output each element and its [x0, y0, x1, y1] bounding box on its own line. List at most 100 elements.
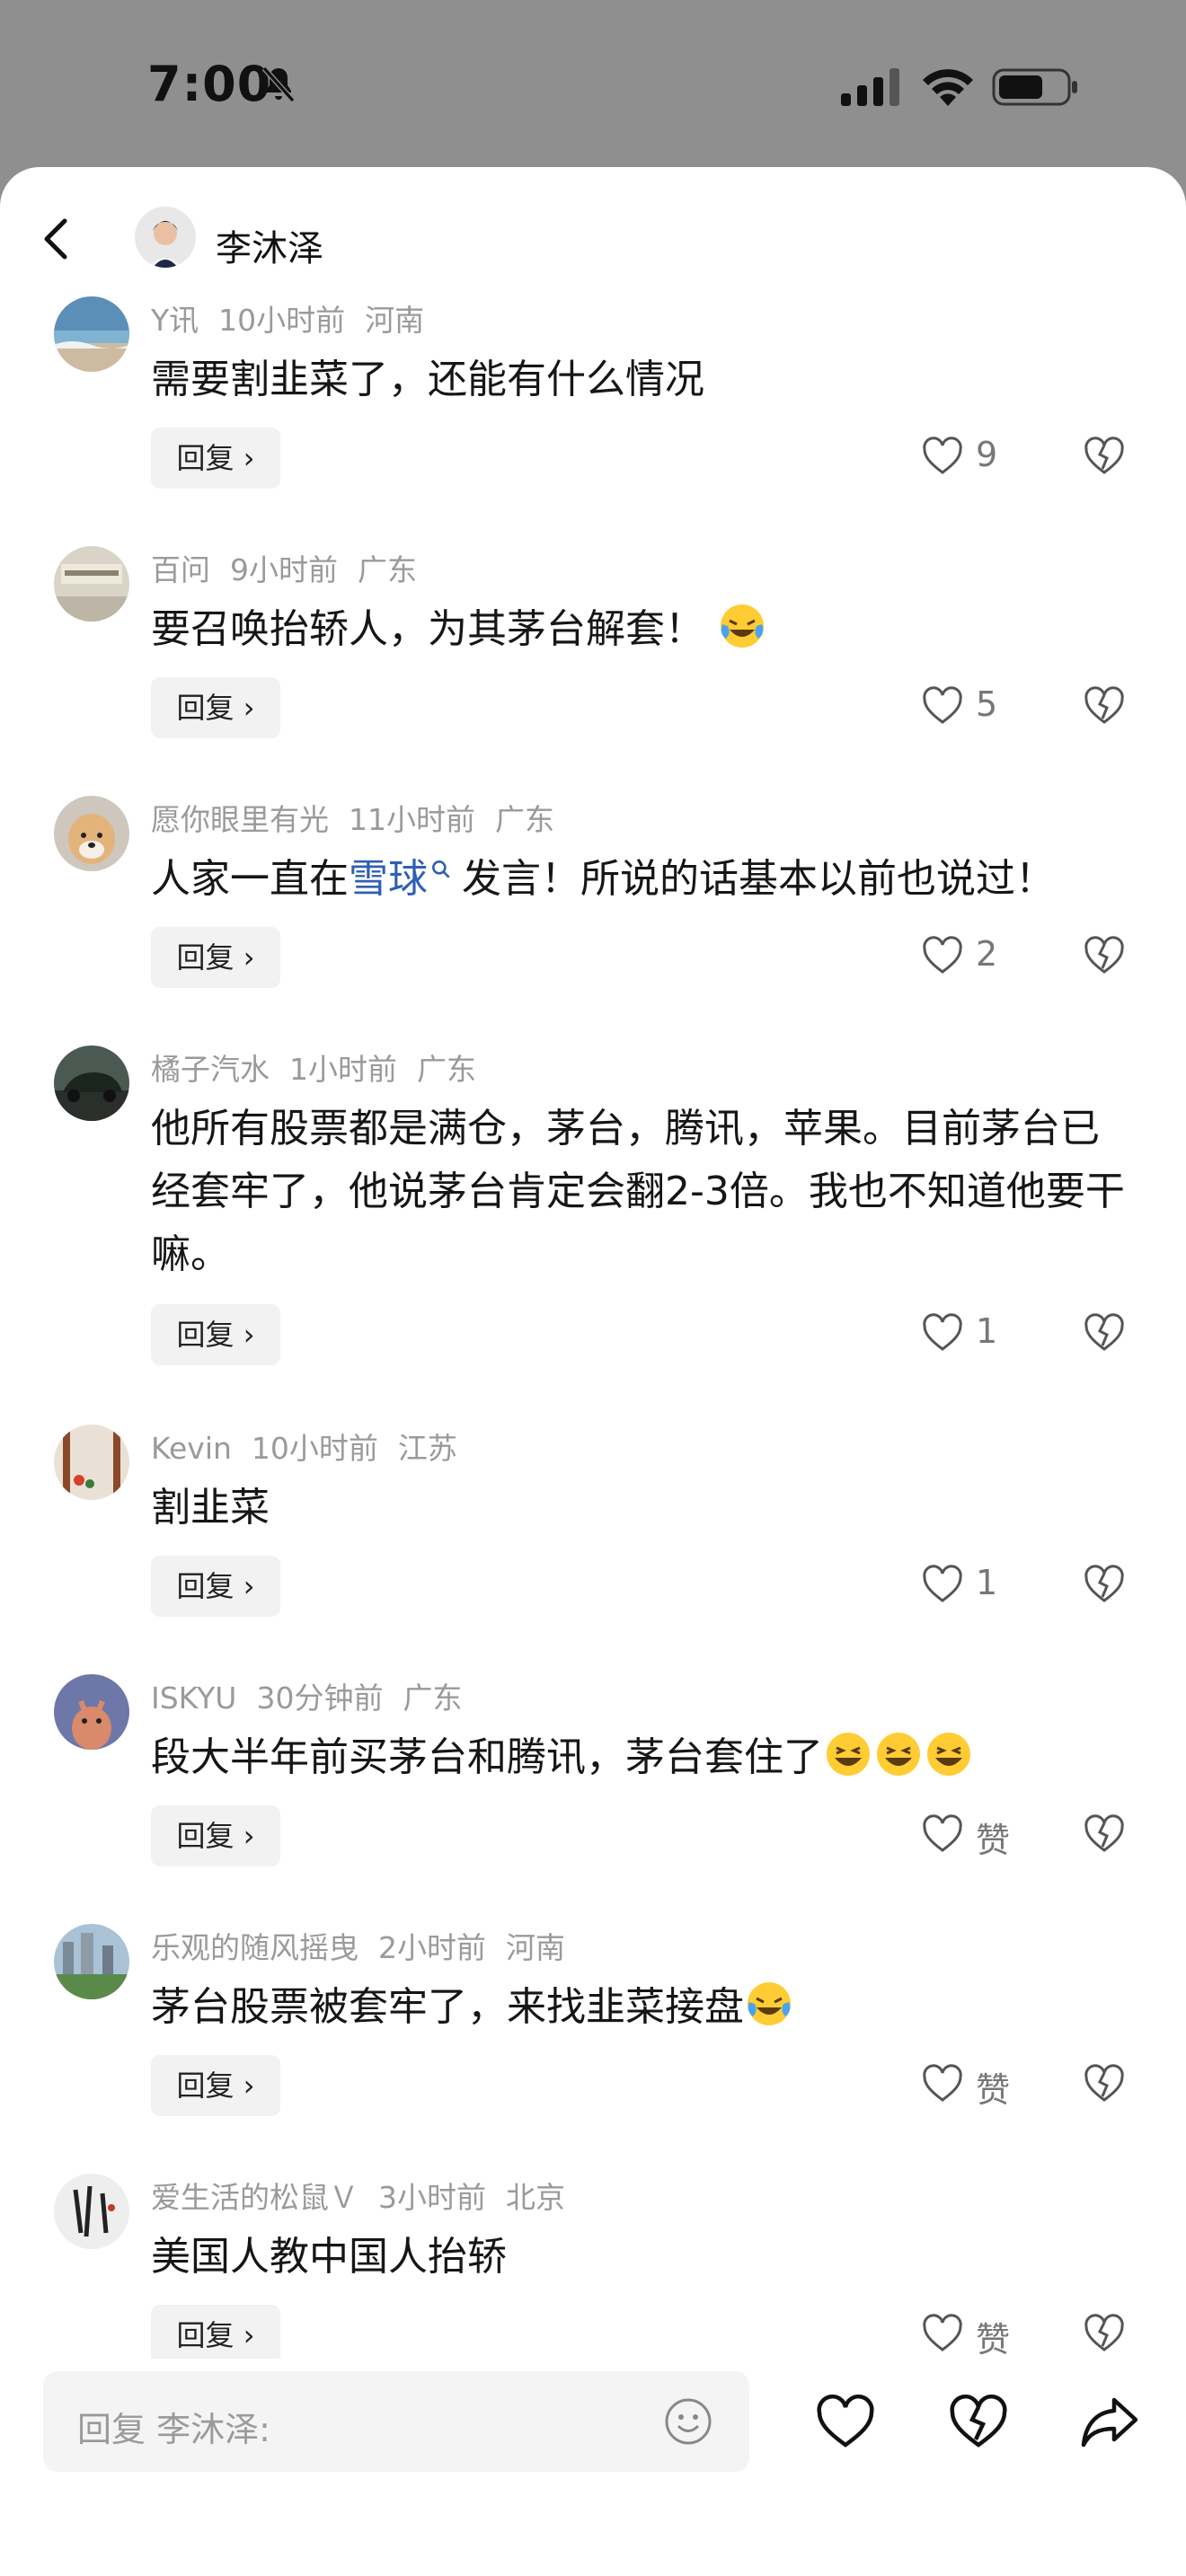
reply-button[interactable]: 回复 › — [151, 2305, 280, 2366]
heart-outline-icon — [923, 686, 962, 724]
heart-outline-icon — [923, 1565, 962, 1602]
comment-item: 橘子汽水 1小时前 广东 他所有股票都是满仓，茅台，腾讯，苹果。目前茅台已经套牢了，… — [0, 1045, 1186, 1405]
comment-text: 茅台股票被套牢了，来找韭菜接盘 — [151, 1976, 1130, 2039]
comment-item: ISKYU 30分钟前 广东 段大半年前买茅台和腾讯，茅台套住了 回复 › 赞 — [0, 1674, 1186, 1917]
share-icon[interactable] — [1080, 2395, 1139, 2450]
like-button[interactable]: 赞 — [922, 1809, 1057, 1863]
comment-username[interactable]: Y讯 — [151, 303, 199, 338]
like-count: 赞 — [976, 1821, 1011, 1860]
user-avatar[interactable] — [54, 1045, 129, 1121]
reply-button[interactable]: 回复 › — [151, 1805, 280, 1866]
reply-button[interactable]: 回复 › — [151, 1304, 280, 1365]
comment-username[interactable]: 乐观的随风摇曳 — [151, 1930, 358, 1965]
broken-heart-icon[interactable] — [1084, 2064, 1125, 2104]
broken-heart-icon[interactable] — [1084, 1565, 1125, 1604]
reply-button[interactable]: 回复 › — [151, 677, 280, 738]
reply-button[interactable]: 回复 › — [151, 927, 280, 988]
heart-outline-icon — [923, 437, 962, 474]
status-bar: 7:00 — [0, 0, 1186, 167]
heart-icon[interactable] — [816, 2395, 875, 2450]
reply-bar: 回复 李沐泽: — [0, 2359, 1186, 2576]
broken-heart-icon[interactable] — [1084, 1313, 1125, 1353]
user-avatar[interactable] — [54, 2174, 129, 2249]
grinning-emoji-icon — [927, 1733, 970, 1776]
search-link[interactable]: 雪球 — [349, 856, 428, 902]
user-avatar[interactable] — [54, 796, 129, 871]
comment-text: 美国人教中国人抬轿 — [151, 2234, 507, 2280]
comment-username[interactable]: ISKYU — [151, 1681, 236, 1716]
comment-username[interactable]: 橘子汽水 — [151, 1052, 270, 1087]
reply-label: 回复 — [176, 1569, 235, 1603]
user-avatar[interactable] — [54, 1924, 129, 1999]
heart-outline-icon — [923, 1313, 962, 1351]
comment-text-body: 要召唤抬轿人，为其茅台解套！ — [151, 606, 704, 652]
comment-item: Kevin 10小时前 江苏 割韭菜 回复 › 1 — [0, 1425, 1186, 1667]
comment-username[interactable]: 百问 — [151, 552, 210, 587]
comment-username[interactable]: Kevin — [151, 1431, 232, 1466]
comment-region: 广东 — [495, 802, 554, 837]
like-count: 9 — [976, 435, 998, 474]
back-chevron-icon[interactable] — [32, 214, 83, 264]
comment-meta: Y讯 10小时前 河南 — [151, 296, 444, 340]
user-avatar[interactable] — [54, 296, 129, 372]
broken-heart-icon[interactable] — [1084, 2314, 1125, 2353]
comment-text: 需要割韭菜了，还能有什么情况 — [151, 357, 704, 402]
reply-input-placeholder: 回复 李沐泽: — [77, 2410, 270, 2449]
comment-region: 广东 — [417, 1052, 476, 1087]
reply-button[interactable]: 回复 › — [151, 1556, 280, 1617]
reply-button[interactable]: 回复 › — [151, 2055, 280, 2116]
like-count: 1 — [976, 1563, 998, 1602]
laughing-crying-emoji-icon — [748, 1982, 791, 2025]
broken-heart-icon[interactable] — [1084, 686, 1125, 726]
reply-input[interactable]: 回复 李沐泽: — [43, 2371, 749, 2472]
battery-icon — [992, 68, 1077, 106]
broken-heart-icon[interactable] — [1084, 437, 1125, 476]
emoji-icon[interactable] — [663, 2396, 713, 2447]
like-button[interactable]: 1 — [922, 1559, 1057, 1613]
comment-text: 要召唤抬轿人，为其茅台解套！ — [151, 598, 1130, 661]
comment-meta: 爱生活的松鼠Ｖ 3小时前 北京 — [151, 2174, 585, 2217]
comment-time: 30分钟前 — [256, 1681, 384, 1716]
comment-text-body: 段大半年前买茅台和腾讯，茅台套住了 — [151, 1734, 823, 1780]
comment-username[interactable]: 爱生活的松鼠Ｖ — [151, 2180, 358, 2215]
comment-region: 河南 — [365, 303, 425, 338]
comment-text-part: 发言！所说的话基本以前也说过！ — [462, 856, 1055, 902]
like-button[interactable]: 5 — [922, 681, 1057, 735]
author-name: 李沐泽 — [216, 228, 323, 269]
comment-meta: 愿你眼里有光 11小时前 广东 — [151, 796, 574, 839]
comment-time: 9小时前 — [230, 552, 338, 587]
user-avatar[interactable] — [54, 1425, 129, 1500]
user-avatar[interactable] — [54, 546, 129, 622]
like-button[interactable]: 赞 — [922, 2059, 1057, 2113]
broken-heart-icon[interactable] — [1084, 1814, 1125, 1854]
comment-item: 百问 9小时前 广东 要召唤抬轿人，为其茅台解套！ 回复 › 5 — [0, 546, 1186, 789]
comment-username[interactable]: 愿你眼里有光 — [151, 802, 329, 837]
broken-heart-icon[interactable] — [949, 2395, 1008, 2450]
like-button[interactable]: 赞 — [922, 2308, 1057, 2362]
comment-item: Y讯 10小时前 河南 需要割韭菜了，还能有什么情况 回复 › 9 — [0, 296, 1186, 539]
comment-region: 广东 — [403, 1681, 463, 1716]
status-time: 7:00 — [147, 56, 272, 112]
comment-time: 1小时前 — [289, 1052, 397, 1087]
comment-time: 10小时前 — [251, 1431, 378, 1466]
user-avatar[interactable] — [54, 1674, 129, 1750]
comment-meta: 橘子汽水 1小时前 广东 — [151, 1045, 496, 1089]
heart-outline-icon — [923, 2064, 962, 2102]
broken-heart-icon[interactable] — [1084, 936, 1125, 975]
comment-region: 广东 — [358, 552, 417, 587]
search-icon[interactable] — [429, 858, 453, 881]
wifi-icon — [923, 69, 973, 106]
comment-meta: 百问 9小时前 广东 — [151, 546, 437, 589]
comment-meta: ISKYU 30分钟前 广东 — [151, 1674, 482, 1717]
reply-button[interactable]: 回复 › — [151, 428, 280, 489]
comment-region: 北京 — [506, 2180, 565, 2215]
comment-text: 段大半年前买茅台和腾讯，茅台套住了 — [151, 1726, 1130, 1789]
like-count: 赞 — [976, 2320, 1011, 2360]
comment-time: 11小时前 — [349, 802, 475, 837]
comment-region: 河南 — [506, 1930, 565, 1965]
like-button[interactable]: 1 — [922, 1308, 1057, 1362]
author-avatar[interactable] — [135, 207, 196, 268]
comment-meta: Kevin 10小时前 江苏 — [151, 1425, 477, 1468]
like-button[interactable]: 9 — [922, 431, 1057, 485]
like-button[interactable]: 2 — [922, 931, 1057, 984]
